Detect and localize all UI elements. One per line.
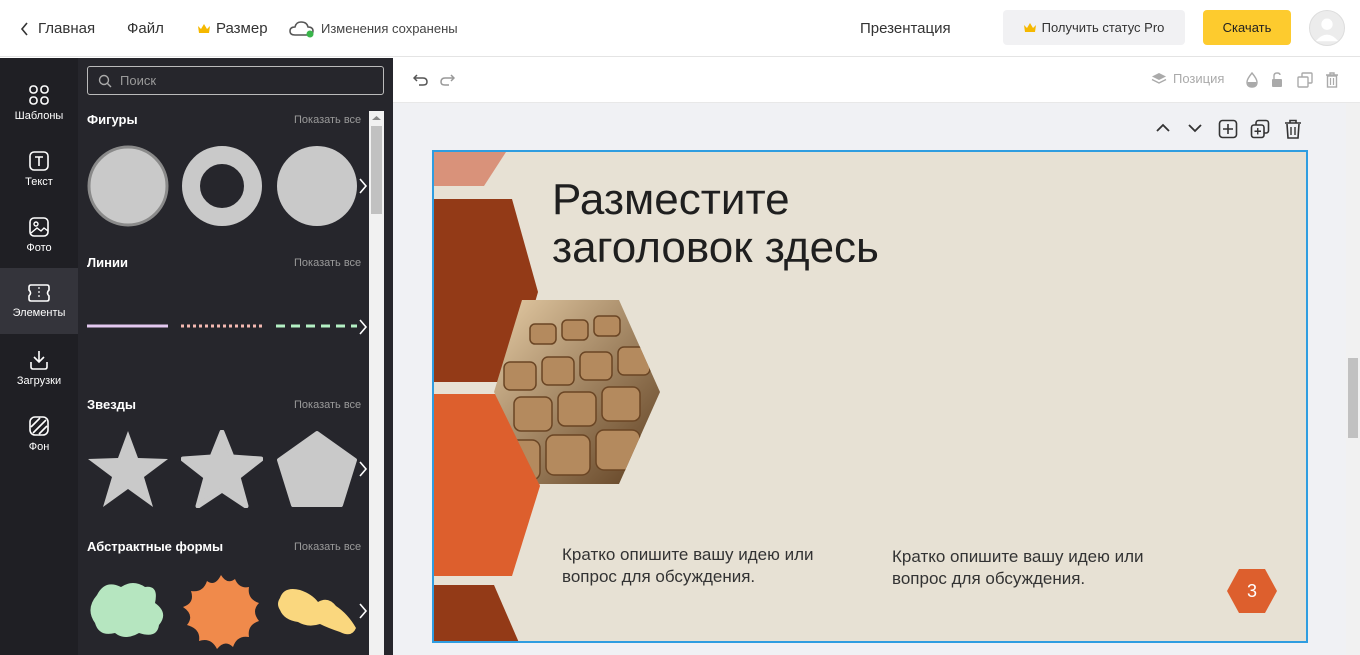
avatar[interactable] bbox=[1309, 10, 1345, 46]
crown-icon bbox=[198, 23, 210, 33]
home-label: Главная bbox=[38, 20, 96, 37]
delete-slide-icon[interactable] bbox=[1284, 119, 1302, 139]
shape-blob-yellow[interactable] bbox=[276, 584, 358, 638]
elements-icon bbox=[28, 284, 50, 302]
user-icon bbox=[1315, 18, 1339, 42]
duplicate-slide-icon[interactable] bbox=[1250, 119, 1270, 139]
rail-item-text[interactable]: Текст bbox=[0, 136, 78, 202]
unlock-icon[interactable] bbox=[1269, 72, 1285, 88]
size-label: Размер bbox=[216, 20, 268, 37]
slide-title-line: заголовок здесь bbox=[552, 223, 879, 272]
templates-icon bbox=[29, 85, 49, 105]
rail-label: Фон bbox=[28, 441, 50, 453]
shape-pentagon[interactable] bbox=[276, 430, 358, 508]
shape-blob-orange[interactable] bbox=[181, 573, 263, 651]
shape-blob-green[interactable] bbox=[87, 577, 169, 643]
undo-icon[interactable] bbox=[413, 73, 429, 87]
transparency-icon[interactable] bbox=[1245, 72, 1259, 88]
download-button[interactable]: Скачать bbox=[1203, 10, 1291, 45]
rail-item-elements[interactable]: Элементы bbox=[0, 268, 78, 334]
layers-icon bbox=[1151, 72, 1167, 84]
search-box[interactable] bbox=[87, 66, 384, 95]
chevron-right-icon[interactable] bbox=[357, 176, 369, 196]
text-icon bbox=[29, 151, 49, 171]
background-icon bbox=[29, 416, 49, 436]
size-menu[interactable]: Размер bbox=[198, 0, 268, 57]
position-label: Позиция bbox=[1173, 71, 1225, 86]
get-pro-label: Получить статус Pro bbox=[1041, 20, 1165, 35]
file-label: Файл bbox=[127, 20, 164, 37]
section-title-abstract: Абстрактные формы bbox=[87, 539, 224, 554]
chevron-right-icon[interactable] bbox=[357, 459, 369, 479]
shape-circle-outlined[interactable] bbox=[87, 145, 169, 227]
duplicate-icon[interactable] bbox=[1297, 72, 1313, 88]
rail-item-templates[interactable]: Шаблоны bbox=[0, 70, 78, 136]
line-solid[interactable] bbox=[87, 322, 169, 330]
show-all-abstract-link[interactable]: Показать все bbox=[294, 541, 361, 553]
document-type-label: Презентация bbox=[860, 20, 951, 37]
save-status: Изменения сохранены bbox=[289, 0, 458, 57]
photo-icon bbox=[29, 217, 49, 237]
scroll-up-arrow[interactable] bbox=[371, 114, 382, 122]
elements-panel: Фигуры Показать все Линии Показать все З… bbox=[78, 58, 393, 655]
slide-text-left[interactable]: Кратко опишите вашу идею или вопрос для … bbox=[562, 544, 842, 588]
rail-item-uploads[interactable]: Загрузки bbox=[0, 335, 78, 401]
position-button[interactable]: Позиция bbox=[1151, 71, 1224, 86]
cloud-check-icon bbox=[289, 20, 314, 37]
line-dashed[interactable] bbox=[276, 322, 358, 330]
page-number: 3 bbox=[1246, 580, 1257, 601]
editor-toolbar: Позиция bbox=[393, 58, 1360, 103]
page-number-badge[interactable]: 3 bbox=[1226, 568, 1278, 614]
top-bar: Главная Файл Размер Изменения сохранены … bbox=[0, 0, 1360, 57]
download-label: Скачать bbox=[1222, 20, 1272, 35]
slide-text-right[interactable]: Кратко опишите вашу идею или вопрос для … bbox=[892, 546, 1172, 590]
save-status-label: Изменения сохранены bbox=[321, 21, 458, 36]
chevron-right-icon[interactable] bbox=[357, 317, 369, 337]
shape-circle[interactable] bbox=[276, 145, 358, 227]
slide-canvas[interactable]: Разместите заголовок здесь Кратко опишит… bbox=[432, 150, 1308, 643]
line-dotted[interactable] bbox=[181, 322, 263, 330]
move-slide-down-icon[interactable] bbox=[1187, 121, 1203, 135]
panel-scroll-thumb[interactable] bbox=[371, 126, 382, 214]
chevron-right-icon[interactable] bbox=[357, 601, 369, 621]
rail-label: Шаблоны bbox=[14, 110, 64, 122]
crown-icon bbox=[1023, 22, 1036, 32]
section-title-stars: Звезды bbox=[87, 397, 137, 412]
shape-ring[interactable] bbox=[181, 145, 263, 227]
move-slide-up-icon[interactable] bbox=[1155, 121, 1171, 135]
editor-scroll-thumb[interactable] bbox=[1348, 358, 1358, 438]
rail-label: Фото bbox=[26, 242, 52, 254]
file-menu[interactable]: Файл bbox=[127, 0, 164, 57]
search-icon bbox=[98, 74, 112, 87]
rail-item-photo[interactable]: Фото bbox=[0, 202, 78, 268]
chevron-left-icon bbox=[20, 21, 28, 36]
rail-label: Загрузки bbox=[16, 375, 62, 387]
shape-star-rounded[interactable] bbox=[181, 430, 263, 508]
document-type[interactable]: Презентация bbox=[860, 0, 951, 57]
add-slide-icon[interactable] bbox=[1218, 119, 1238, 139]
slide-title[interactable]: Разместите заголовок здесь bbox=[552, 176, 879, 272]
upload-icon bbox=[30, 351, 48, 370]
left-rail: Шаблоны Текст Фото Элементы Загрузки Фон bbox=[0, 58, 78, 655]
show-all-shapes-link[interactable]: Показать все bbox=[294, 114, 361, 126]
section-title-shapes: Фигуры bbox=[87, 112, 138, 127]
rail-item-background[interactable]: Фон bbox=[0, 401, 78, 467]
home-link[interactable]: Главная bbox=[20, 0, 95, 57]
delete-icon[interactable] bbox=[1325, 72, 1339, 88]
shape-star-sharp[interactable] bbox=[87, 430, 169, 508]
redo-icon[interactable] bbox=[439, 73, 455, 87]
slide-title-line: Разместите bbox=[552, 175, 790, 224]
show-all-lines-link[interactable]: Показать все bbox=[294, 257, 361, 269]
rail-label: Элементы bbox=[12, 307, 66, 319]
show-all-stars-link[interactable]: Показать все bbox=[294, 399, 361, 411]
section-title-lines: Линии bbox=[87, 255, 128, 270]
rail-label: Текст bbox=[25, 176, 53, 188]
search-input[interactable] bbox=[120, 73, 370, 88]
get-pro-button[interactable]: Получить статус Pro bbox=[1003, 10, 1185, 45]
